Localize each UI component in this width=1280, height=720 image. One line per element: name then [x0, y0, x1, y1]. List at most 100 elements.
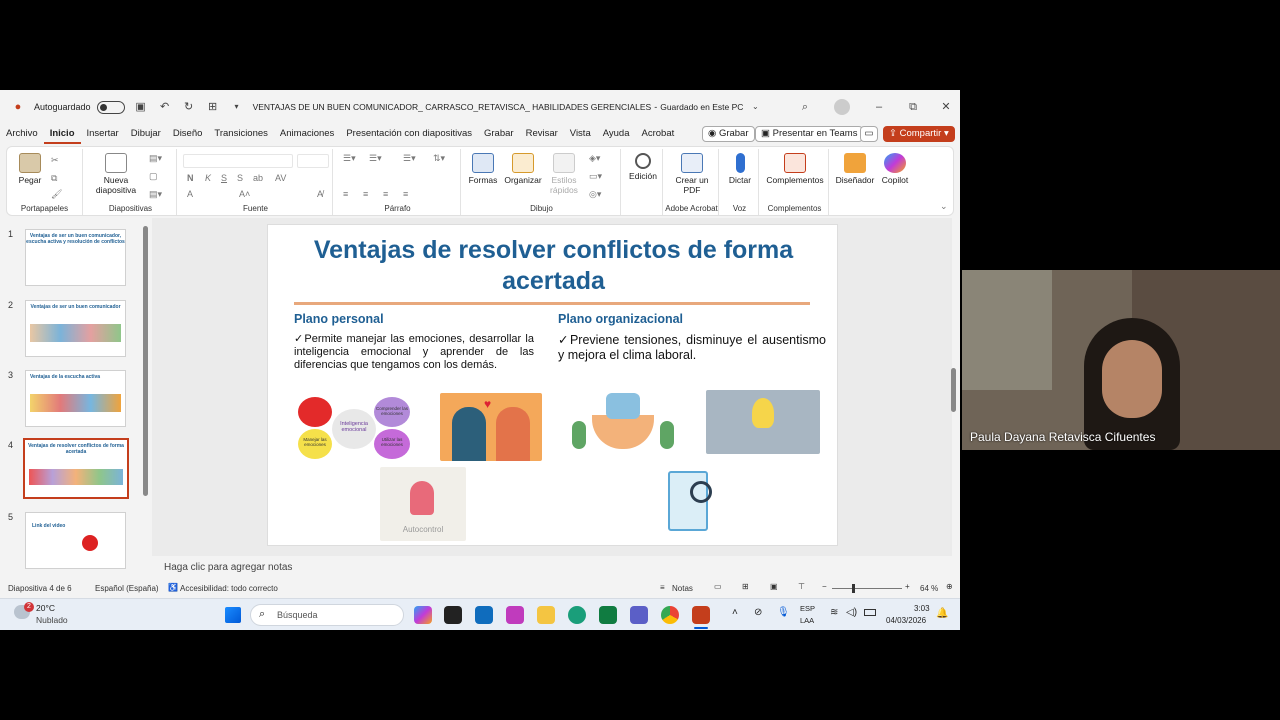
shapes-button[interactable]: Formas: [467, 153, 499, 185]
dictate-button[interactable]: Dictar: [723, 153, 757, 185]
shape-effects-icon[interactable]: ◎▾: [589, 189, 601, 200]
numbering-icon[interactable]: ☰▾: [369, 153, 382, 164]
tab-inicio[interactable]: Inicio: [43, 124, 81, 144]
slide-title[interactable]: Ventajas de resolver conflictos de forma…: [268, 235, 839, 297]
notes-placeholder[interactable]: Haga clic para agregar notas: [164, 562, 292, 573]
tab-ayuda[interactable]: Ayuda: [597, 124, 636, 144]
powerpoint-app-icon[interactable]: [692, 606, 710, 624]
notification-bell-icon[interactable]: 🔔: [936, 608, 948, 619]
slideshow-icon[interactable]: ⊤: [798, 582, 805, 591]
chevron-down-icon[interactable]: ⌄: [747, 99, 763, 115]
tab-transiciones[interactable]: Transiciones: [208, 124, 274, 144]
tab-dibujar[interactable]: Dibujar: [125, 124, 167, 144]
align-center-icon[interactable]: ≡: [363, 189, 368, 199]
shape-fill-icon[interactable]: ◈▾: [589, 153, 600, 164]
right-heading[interactable]: Plano organizacional: [558, 312, 683, 326]
clear-format-icon[interactable]: A̸: [317, 189, 323, 199]
tab-vista[interactable]: Vista: [564, 124, 597, 144]
tab-grabar[interactable]: Grabar: [478, 124, 520, 144]
save-icon[interactable]: ▣: [133, 99, 149, 115]
chrome-app-icon[interactable]: [661, 606, 679, 624]
clock-date[interactable]: 04/03/2026: [886, 616, 926, 625]
copilot-app-icon[interactable]: [414, 606, 432, 624]
fit-slide-icon[interactable]: ⊕: [946, 582, 953, 591]
layout-icon[interactable]: ▤▾: [149, 153, 162, 164]
emotions-image[interactable]: Inteligencia emocional Manejar las emoci…: [296, 397, 414, 461]
tab-acrobat[interactable]: Acrobat: [636, 124, 681, 144]
minimize-icon[interactable]: –: [871, 99, 887, 115]
editing-button[interactable]: Edición: [625, 153, 661, 181]
slide-sorter-icon[interactable]: ⊞: [742, 582, 749, 591]
section-icon[interactable]: ▤▾: [149, 189, 162, 200]
input-language-2[interactable]: LAA: [800, 616, 814, 625]
tab-archivo[interactable]: Archivo: [0, 124, 44, 144]
slide-thumbnail[interactable]: Ventajas de ser un buen comunicador, esc…: [25, 229, 126, 286]
edge-app-icon[interactable]: [568, 606, 586, 624]
strikethrough-icon[interactable]: S: [237, 173, 243, 183]
tab-diseno[interactable]: Diseño: [167, 124, 209, 144]
explorer-app-icon[interactable]: [537, 606, 555, 624]
close-icon[interactable]: ✕: [938, 99, 954, 115]
slide-thumbnail[interactable]: Link del video: [25, 512, 126, 569]
account-avatar[interactable]: [834, 99, 850, 115]
quick-styles-button[interactable]: Estilos rápidos: [545, 153, 583, 195]
innovation-lightbulb-image[interactable]: [706, 390, 820, 454]
left-heading[interactable]: Plano personal: [294, 312, 384, 326]
present-icon[interactable]: ⊞: [205, 99, 221, 115]
bold-icon[interactable]: N: [187, 173, 194, 183]
char-spacing-icon[interactable]: AV: [275, 173, 286, 183]
autosave-toggle[interactable]: [96, 100, 125, 114]
webcam-video-tile[interactable]: Paula Dayana Retavisca Cifuentes: [962, 270, 1280, 450]
format-painter-icon[interactable]: 🖌: [51, 189, 62, 200]
weather-temp[interactable]: 20°C: [36, 603, 55, 613]
tray-icon[interactable]: ⊘: [754, 607, 762, 618]
copy-icon[interactable]: ⧉: [51, 173, 57, 184]
customize-toolbar-icon[interactable]: ▾: [229, 99, 245, 115]
align-right-icon[interactable]: ≡: [383, 189, 388, 199]
present-teams-button[interactable]: ▣ Presentar en Teams: [755, 126, 864, 142]
undo-icon[interactable]: ↶: [157, 99, 173, 115]
snip-app-icon[interactable]: [506, 606, 524, 624]
underline-icon[interactable]: S: [221, 173, 227, 183]
slide[interactable]: Ventajas de resolver conflictos de forma…: [267, 224, 838, 546]
bullets-icon[interactable]: ☰▾: [343, 153, 356, 164]
grow-font-icon[interactable]: A˄: [239, 189, 250, 199]
text-direction-icon[interactable]: ⇅▾: [433, 153, 445, 164]
language-status[interactable]: Español (España): [95, 584, 159, 593]
zoom-slider[interactable]: [832, 588, 902, 589]
conversation-image[interactable]: ♥: [440, 393, 542, 461]
paste-button[interactable]: Pegar: [13, 153, 47, 185]
share-button[interactable]: ⇪ Compartir ▾: [883, 126, 955, 142]
slide-thumbnail[interactable]: Ventajas de ser un buen comunicador: [25, 300, 126, 357]
create-pdf-button[interactable]: Crear un PDF: [671, 153, 713, 195]
italic-icon[interactable]: K: [205, 173, 211, 183]
align-left-icon[interactable]: ≡: [343, 189, 348, 199]
arrange-button[interactable]: Organizar: [503, 153, 543, 185]
editor-scrollbar[interactable]: [951, 368, 956, 412]
reset-icon[interactable]: ▢: [149, 171, 158, 182]
comments-icon[interactable]: ▭: [860, 126, 878, 142]
teams-app-icon[interactable]: [630, 606, 648, 624]
slide-thumbnail-selected[interactable]: Ventajas de resolver conflictos de forma…: [23, 438, 129, 499]
weather-desc[interactable]: Nublado: [36, 615, 68, 625]
input-language-1[interactable]: ESP: [800, 604, 815, 613]
wifi-icon[interactable]: ≋: [830, 607, 838, 618]
right-text[interactable]: ✓Previene tensiones, disminuye el ausent…: [558, 333, 826, 363]
clock-time[interactable]: 3:03: [914, 604, 930, 613]
tab-presentacion[interactable]: Presentación con diapositivas: [340, 124, 478, 144]
tray-mic-icon[interactable]: 🎙: [777, 607, 790, 618]
outlook-app-icon[interactable]: [475, 606, 493, 624]
tab-insertar[interactable]: Insertar: [81, 124, 125, 144]
accessibility-icon[interactable]: ♿: [168, 583, 178, 592]
volume-icon[interactable]: ◁): [846, 607, 857, 618]
zoom-level[interactable]: 64 %: [920, 584, 938, 593]
checklist-image[interactable]: [656, 465, 726, 539]
thumbnails-scrollbar[interactable]: [143, 226, 148, 496]
start-icon[interactable]: [225, 607, 241, 623]
autocontrol-image[interactable]: Autocontrol: [380, 467, 466, 541]
notes-button[interactable]: Notas: [672, 584, 693, 593]
addins-button[interactable]: Complementos: [763, 153, 827, 185]
search-icon[interactable]: ⌕: [797, 99, 813, 115]
redo-icon[interactable]: ↻: [181, 99, 197, 115]
accessibility-status[interactable]: Accesibilidad: todo correcto: [180, 584, 278, 593]
